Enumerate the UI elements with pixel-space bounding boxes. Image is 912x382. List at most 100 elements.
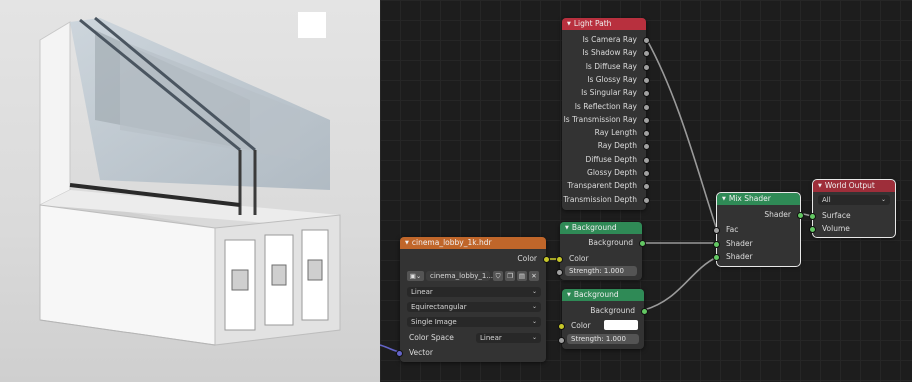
world-surface-label: Surface — [822, 211, 851, 220]
render-target-value: All — [822, 196, 831, 204]
light-path-output-label: Is Transmission Ray — [563, 114, 637, 124]
mix-shader-input-1-label: Shader — [726, 239, 753, 248]
light-path-header[interactable]: ▼ Light Path — [562, 18, 646, 30]
light-path-output-label: Ray Length — [594, 128, 637, 138]
world-volume-label: Volume — [822, 224, 850, 233]
light-path-output-socket[interactable] — [643, 76, 650, 84]
light-path-output-socket[interactable] — [643, 63, 650, 71]
environment-texture-color-socket[interactable] — [543, 256, 550, 263]
unlink-close-icon[interactable]: ✕ — [529, 271, 539, 281]
background-2-color-label: Color — [571, 321, 591, 330]
world-output-title: World Output — [824, 181, 875, 190]
light-path-output-label: Transmission Depth — [563, 194, 637, 204]
mix-shader-input-2-socket[interactable] — [713, 254, 720, 261]
light-path-output-socket[interactable] — [643, 183, 650, 191]
mix-shader-output-label: Shader — [764, 210, 791, 219]
light-path-node[interactable]: ▼ Light Path Is Camera Ray Is Shadow Ray Is… — [562, 18, 650, 210]
background-1-strength-field[interactable]: Strength: 1.000 — [565, 266, 637, 276]
background-1-title: Background — [571, 223, 617, 232]
mix-shader-input-1-socket[interactable] — [713, 241, 720, 248]
light-path-output-socket[interactable] — [643, 170, 650, 177]
strength-value: 1.000 — [603, 267, 624, 275]
background-1-color-socket[interactable] — [556, 256, 563, 263]
light-path-output-socket[interactable] — [643, 116, 650, 124]
background-2-title: Background — [573, 290, 619, 299]
mix-shader-header[interactable]: ▼ Mix Shader — [717, 193, 800, 205]
light-path-output-socket[interactable] — [643, 196, 650, 204]
world-surface-socket[interactable] — [809, 213, 816, 220]
background-1-color-label: Color — [569, 254, 589, 263]
interpolation-dropdown[interactable]: Linear ⌄ — [407, 287, 541, 297]
world-output-header[interactable]: ▼ World Output — [813, 180, 895, 192]
background-2-strength-socket[interactable] — [558, 337, 565, 344]
render-target-dropdown[interactable]: All ⌄ — [818, 195, 890, 205]
chevron-down-icon: ⌄ — [531, 318, 537, 325]
background-2-output-label: Background — [590, 306, 635, 315]
color-space-dropdown[interactable]: Linear ⌄ — [476, 333, 541, 343]
shader-node-editor[interactable]: ▼ Light Path Is Camera Ray Is Shadow Ray Is… — [380, 0, 912, 382]
environment-texture-title: cinema_lobby_1k.hdr — [411, 238, 492, 247]
environment-texture-header[interactable]: ▼ cinema_lobby_1k.hdr — [400, 237, 546, 249]
collapse-triangle-icon[interactable]: ▼ — [722, 193, 726, 205]
open-folder-icon[interactable]: ▤ — [517, 271, 527, 281]
light-path-output-socket[interactable] — [643, 103, 650, 111]
collapse-triangle-icon[interactable]: ▼ — [818, 180, 822, 192]
background-1-strength-socket[interactable] — [556, 269, 563, 276]
projection-dropdown[interactable]: Equirectangular ⌄ — [407, 302, 541, 312]
link-bg2-to-shader2 — [643, 256, 718, 311]
light-path-output-label: Is Shadow Ray — [582, 48, 637, 58]
source-value: Single Image — [411, 318, 457, 326]
environment-texture-node[interactable]: ▼ cinema_lobby_1k.hdr Color ▣⌄ cinema_lob… — [396, 237, 550, 362]
world-output-node[interactable]: ▼ World Output All ⌄ Surface Volume — [809, 179, 896, 238]
collapse-triangle-icon[interactable]: ▼ — [405, 237, 409, 249]
strength-label: Strength: — [571, 335, 604, 343]
light-path-output-socket[interactable] — [643, 130, 650, 138]
light-path-output-label: Is Glossy Ray — [587, 74, 637, 84]
light-path-output-label: Is Reflection Ray — [574, 101, 637, 111]
window-profile-render — [39, 12, 341, 346]
fake-user-shield-icon[interactable]: ⛉ — [493, 271, 503, 281]
render-preview — [0, 0, 380, 382]
light-path-output-label: Is Camera Ray — [582, 35, 637, 44]
mix-shader-output-socket[interactable] — [797, 212, 804, 219]
color-space-label: Color Space — [409, 333, 454, 342]
light-path-output-socket[interactable] — [643, 50, 650, 58]
light-path-output-label: Is Diffuse Ray — [585, 61, 637, 71]
light-path-output-label: Transparent Depth — [567, 181, 637, 191]
light-path-title: Light Path — [573, 19, 612, 28]
background-node-2[interactable]: ▼ Background Background Color Strength: 1… — [558, 289, 648, 349]
collapse-triangle-icon[interactable]: ▼ — [565, 222, 569, 234]
chevron-down-icon: ⌄ — [880, 196, 886, 203]
background-2-header[interactable]: ▼ Background — [562, 289, 644, 301]
world-volume-socket[interactable] — [809, 226, 816, 233]
light-path-output-socket[interactable] — [643, 143, 650, 151]
vector-socket[interactable] — [396, 350, 403, 357]
background-node-1[interactable]: ▼ Background Background Color Strength: 1… — [556, 222, 646, 280]
source-dropdown[interactable]: Single Image ⌄ — [407, 317, 541, 327]
mix-shader-node[interactable]: ▼ Mix Shader Shader Fac Shader Shader — [713, 192, 804, 267]
mix-fac-socket[interactable] — [713, 227, 720, 234]
mix-fac-label: Fac — [726, 225, 739, 234]
projection-value: Equirectangular — [411, 303, 467, 311]
background-1-output-socket[interactable] — [639, 240, 646, 247]
strength-label: Strength: — [569, 267, 602, 275]
background-2-color-socket[interactable] — [558, 323, 565, 330]
image-selector-row: ▣⌄ cinema_lobby_1... ⛉ ❐ ▤ ✕ — [407, 271, 541, 281]
mix-shader-title: Mix Shader — [728, 194, 771, 203]
light-path-output-socket[interactable] — [643, 156, 650, 164]
light-path-output-socket[interactable] — [643, 90, 650, 98]
chevron-down-icon: ⌄ — [531, 303, 537, 310]
background-1-header[interactable]: ▼ Background — [560, 222, 642, 234]
duplicate-image-icon[interactable]: ❐ — [505, 271, 515, 281]
background-1-output-label: Background — [588, 238, 633, 247]
background-2-output-socket[interactable] — [641, 308, 648, 315]
background-2-color-swatch[interactable] — [604, 320, 638, 330]
collapse-triangle-icon[interactable]: ▼ — [567, 289, 571, 301]
chevron-down-icon: ⌄ — [531, 334, 537, 341]
collapse-triangle-icon[interactable]: ▼ — [567, 18, 571, 30]
light-path-output-socket[interactable] — [643, 37, 650, 44]
chevron-down-icon: ⌄ — [531, 288, 537, 295]
background-2-strength-field[interactable]: Strength: 1.000 — [567, 334, 639, 344]
image-browse-icon[interactable]: ▣⌄ — [407, 271, 424, 281]
image-name-field[interactable]: cinema_lobby_1... — [426, 271, 493, 281]
